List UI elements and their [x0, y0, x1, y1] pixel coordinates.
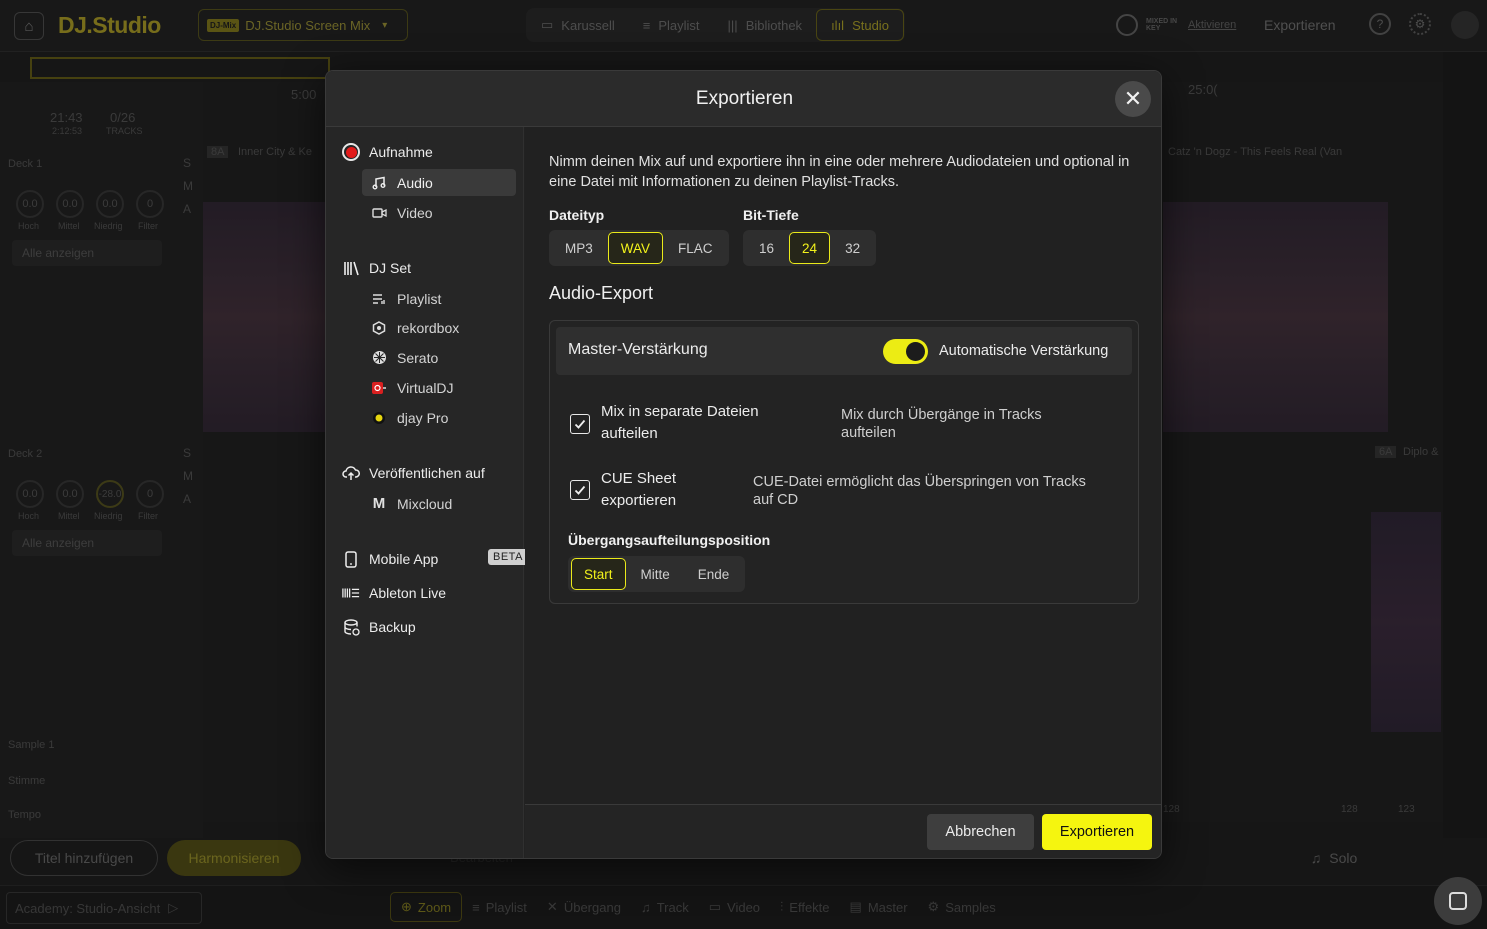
sidebar-item-playlist[interactable]: Playlist: [362, 285, 516, 312]
playlist-icon: [370, 293, 388, 305]
sidebar-item-mobile-app[interactable]: Mobile App BETA: [342, 546, 528, 572]
bitdepth-label: Bit-Tiefe: [743, 207, 799, 223]
sidebar-item-ableton[interactable]: Ableton Live: [342, 580, 446, 606]
sidebar-item-recording[interactable]: Aufnahme: [342, 139, 433, 165]
dialog-header: Exportieren ✕: [326, 71, 1161, 127]
master-gain-row: Master-Verstärkung Automatische Verstärk…: [556, 327, 1132, 375]
beta-badge: BETA: [488, 549, 528, 565]
export-dialog: Exportieren ✕ Aufnahme Audio Video DJ Se…: [325, 70, 1162, 859]
mixcloud-icon: M: [372, 495, 386, 512]
filetype-wav[interactable]: WAV: [607, 232, 664, 264]
bitdepth-24[interactable]: 24: [789, 232, 831, 264]
split-files-description: Mix durch Übergänge in Tracks aufteilen: [841, 407, 1042, 441]
audio-export-card: Master-Verstärkung Automatische Verstärk…: [549, 320, 1139, 604]
music-note-icon: [370, 176, 388, 190]
checkmark-icon: [574, 485, 586, 495]
serato-icon: [370, 350, 388, 365]
cue-sheet-label: CUE Sheet exportieren: [601, 470, 677, 509]
close-icon: ✕: [1123, 86, 1143, 111]
checkmark-icon: [574, 419, 586, 429]
sidebar-item-backup[interactable]: Backup: [342, 614, 416, 640]
filetype-segmented: MP3 WAV FLAC: [549, 230, 729, 266]
database-backup-icon: [342, 618, 360, 636]
auto-gain-label: Automatische Verstärkung: [939, 343, 1109, 359]
chat-icon: [1449, 892, 1467, 910]
bitdepth-32[interactable]: 32: [832, 232, 873, 264]
rekordbox-icon: [370, 320, 388, 335]
record-icon: [342, 143, 360, 161]
cue-sheet-description: CUE-Datei ermöglicht das Überspringen vo…: [753, 474, 1086, 508]
intro-text: Nimm deinen Mix auf und exportiere ihn i…: [549, 154, 1130, 190]
sidebar-item-video[interactable]: Video: [362, 199, 516, 226]
split-position-middle[interactable]: Mitte: [628, 558, 683, 590]
cloud-upload-icon: [342, 465, 360, 481]
dialog-footer: Abbrechen Exportieren: [525, 804, 1161, 858]
close-button[interactable]: ✕: [1115, 81, 1151, 117]
export-sidebar: Aufnahme Audio Video DJ Set Playlist rek…: [326, 127, 528, 858]
split-position-start[interactable]: Start: [571, 558, 626, 590]
video-icon: [370, 207, 388, 219]
cancel-button[interactable]: Abbrechen: [927, 814, 1034, 850]
bitdepth-16[interactable]: 16: [746, 232, 787, 264]
virtualdj-icon: [370, 381, 388, 395]
section-title: Audio-Export: [549, 283, 654, 303]
split-position-label: Übergangsaufteilungsposition: [568, 532, 771, 548]
bitdepth-segmented: 16 24 32: [743, 230, 877, 266]
library-icon: [342, 261, 360, 276]
sidebar-item-mixcloud[interactable]: M Mixcloud: [362, 490, 516, 517]
split-position-end[interactable]: Ende: [685, 558, 743, 590]
djay-icon: [370, 411, 388, 425]
auto-gain-toggle[interactable]: [883, 339, 928, 364]
split-files-label: Mix in separate Dateien aufteilen: [601, 403, 759, 442]
split-files-checkbox[interactable]: [570, 414, 590, 434]
ableton-icon: [342, 587, 360, 599]
filetype-flac[interactable]: FLAC: [665, 232, 726, 264]
filetype-label: Dateityp: [549, 207, 605, 223]
export-content: Nimm deinen Mix auf und exportiere ihn i…: [525, 127, 1161, 804]
dialog-title: Exportieren: [695, 87, 794, 109]
sidebar-item-virtualdj[interactable]: VirtualDJ: [362, 374, 516, 401]
export-button[interactable]: Exportieren: [1042, 814, 1152, 850]
sidebar-item-rekordbox[interactable]: rekordbox: [362, 314, 516, 341]
sidebar-item-publish[interactable]: Veröffentlichen auf: [342, 460, 485, 486]
master-gain-label: Master-Verstärkung: [568, 341, 708, 358]
phone-icon: [342, 550, 360, 568]
sidebar-item-serato[interactable]: Serato: [362, 344, 516, 371]
split-position-segmented: Start Mitte Ende: [568, 556, 746, 592]
filetype-mp3[interactable]: MP3: [552, 232, 606, 264]
cue-sheet-checkbox[interactable]: [570, 480, 590, 500]
sidebar-item-dj-set[interactable]: DJ Set: [342, 255, 411, 281]
chat-button[interactable]: [1434, 877, 1482, 925]
sidebar-item-djay[interactable]: djay Pro: [362, 404, 516, 431]
sidebar-item-audio[interactable]: Audio: [362, 169, 516, 196]
